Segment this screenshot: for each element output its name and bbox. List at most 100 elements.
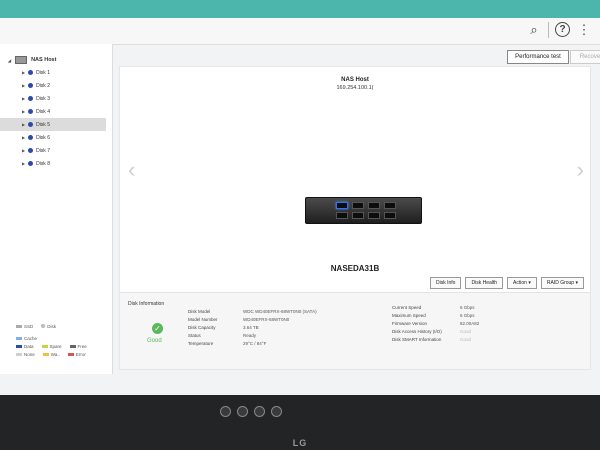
legend-label: Free [77,343,87,349]
legend-ssd: SSD [16,324,33,329]
info-value[interactable]: Good [460,337,471,342]
disk-icon [28,83,34,88]
data-swatch [16,344,22,348]
taskbar-app-icon[interactable] [271,406,282,417]
expand-icon[interactable]: ▶ [22,109,25,114]
caret-down-icon: ▾ [528,280,531,286]
disk-icon [28,161,34,166]
expand-icon[interactable]: ▶ [22,135,25,140]
tree-item-disk-2[interactable]: ▶ Disk 2 [8,79,108,92]
help-icon[interactable]: ? [555,22,570,37]
info-value: WDC WD40EFRX-68WT0N0 (SATA) [243,308,317,314]
info-key: Disk Access History (I/O) [392,328,442,334]
spare-swatch [41,344,48,348]
taskbar-icons [220,406,282,417]
disk-bay[interactable] [352,212,364,219]
chevron-left-icon[interactable]: ‹ [128,157,135,183]
disk-bay[interactable] [384,202,396,209]
info-key: Disk Model [188,308,211,314]
disk-bay[interactable] [336,212,348,219]
tree-item-disk-5[interactable]: ▶ Disk 5 [0,118,106,131]
info-row: Disk SMART Information Good [392,335,479,343]
tree-item-label: Disk 5 [36,121,50,128]
info-row: Disk Access History (I/O) Good [392,327,479,335]
disk-health-button[interactable]: Disk Health [465,277,504,289]
legend-warning: Wa.. [42,351,60,357]
disk-icon [28,122,34,127]
chevron-right-icon[interactable]: › [577,157,584,183]
raid-group-label: RAID Group [546,280,575,286]
titlebar-divider [548,22,549,38]
disk-swatch [41,324,46,328]
tree-item-label: Disk 4 [36,108,50,115]
action-buttons: Disk Info Disk Health Action ▾ RAID Grou… [430,277,584,289]
taskbar-app-icon[interactable] [237,406,248,417]
expand-icon[interactable]: ▶ [22,161,25,166]
disk-tree: ◢ NAS Host ▶ Disk 1 ▶ Disk 2 ▶ Disk 3 ▶ … [0,54,108,170]
legend-error: Error [67,352,86,357]
expand-icon[interactable]: ▶ [22,122,25,127]
ssd-swatch [16,324,22,328]
disk-bay[interactable] [336,202,348,209]
legend-disk: Disk [41,324,56,329]
tree-item-disk-4[interactable]: ▶ Disk 4 [8,105,108,118]
legend-label: SSD [24,323,34,329]
check-circle-icon: ✓ [152,323,163,334]
expand-icon[interactable]: ▶ [22,148,25,153]
legend-label: Spare [49,343,62,349]
tree-item-disk-1[interactable]: ▶ Disk 1 [8,66,108,79]
disk-bay[interactable] [368,212,380,219]
cache-swatch [16,336,22,340]
legend-label: None [24,351,35,357]
legend-cache: Cache [16,336,37,341]
disk-icon [28,148,34,153]
disk-bay[interactable] [384,212,396,219]
performance-test-button[interactable]: Performance test [507,50,569,64]
legend-label: Cache [24,335,38,341]
tree-root-nas-host[interactable]: ◢ NAS Host [8,54,108,66]
info-row: Disk Capacity 3.64 TB [188,323,317,331]
info-row: Firmware Version 82.00A82 [392,319,479,327]
title-bar: ⌕ ? ⋮ [0,18,600,45]
tree-item-label: Disk 2 [36,82,50,89]
action-label: Action [513,280,527,286]
raid-group-dropdown[interactable]: RAID Group ▾ [540,277,584,289]
info-value: 82.00A82 [460,320,480,326]
disk-status-text: Good [147,338,162,344]
expand-icon[interactable]: ▶ [22,70,25,75]
tree-item-disk-3[interactable]: ▶ Disk 3 [8,92,108,105]
info-row: Current Speed 6 Gbps [392,303,479,311]
info-key: Firmware Version [392,320,428,326]
app-header-strip [0,0,600,18]
collapse-icon[interactable]: ◢ [8,58,11,63]
disk-bay[interactable] [368,202,380,209]
nas-enclosure-image[interactable] [305,197,422,224]
info-value[interactable]: Good [460,329,471,334]
expand-icon[interactable]: ▶ [22,96,25,101]
legend-label: Data [24,343,34,349]
more-icon[interactable]: ⋮ [576,22,592,38]
screen: ⌕ ? ⋮ ◢ NAS Host ▶ Disk 1 ▶ Disk 2 ▶ Dis… [0,0,600,395]
legend-label: Disk [47,323,57,329]
info-key: Temperature [188,340,214,346]
disk-bay[interactable] [352,202,364,209]
disk-icon [28,96,34,101]
taskbar-app-icon[interactable] [254,406,265,417]
disk-info-button[interactable]: Disk Info [430,277,462,289]
legend-none: None [16,352,35,357]
tree-item-label: Disk 1 [36,69,50,76]
info-row: Temperature 29°C / 84°F [188,339,317,347]
disk-info-left: Disk Model WDC WD40EFRX-68WT0N0 (SATA) Mo… [188,307,317,347]
info-row: Status Ready [188,331,317,339]
search-icon[interactable]: ⌕ [526,22,542,38]
tree-item-disk-8[interactable]: ▶ Disk 8 [8,157,108,170]
taskbar-app-icon[interactable] [220,406,231,417]
legend-label: Wa.. [50,351,60,357]
recover-button[interactable]: Recover [570,50,600,64]
action-dropdown[interactable]: Action ▾ [507,277,537,289]
tree-item-disk-7[interactable]: ▶ Disk 7 [8,144,108,157]
tree-item-disk-6[interactable]: ▶ Disk 6 [8,131,108,144]
expand-icon[interactable]: ▶ [22,83,25,88]
tree-item-label: Disk 3 [36,95,50,102]
info-row: Model Number WD40EFRX-68WT0N0 [188,315,317,323]
